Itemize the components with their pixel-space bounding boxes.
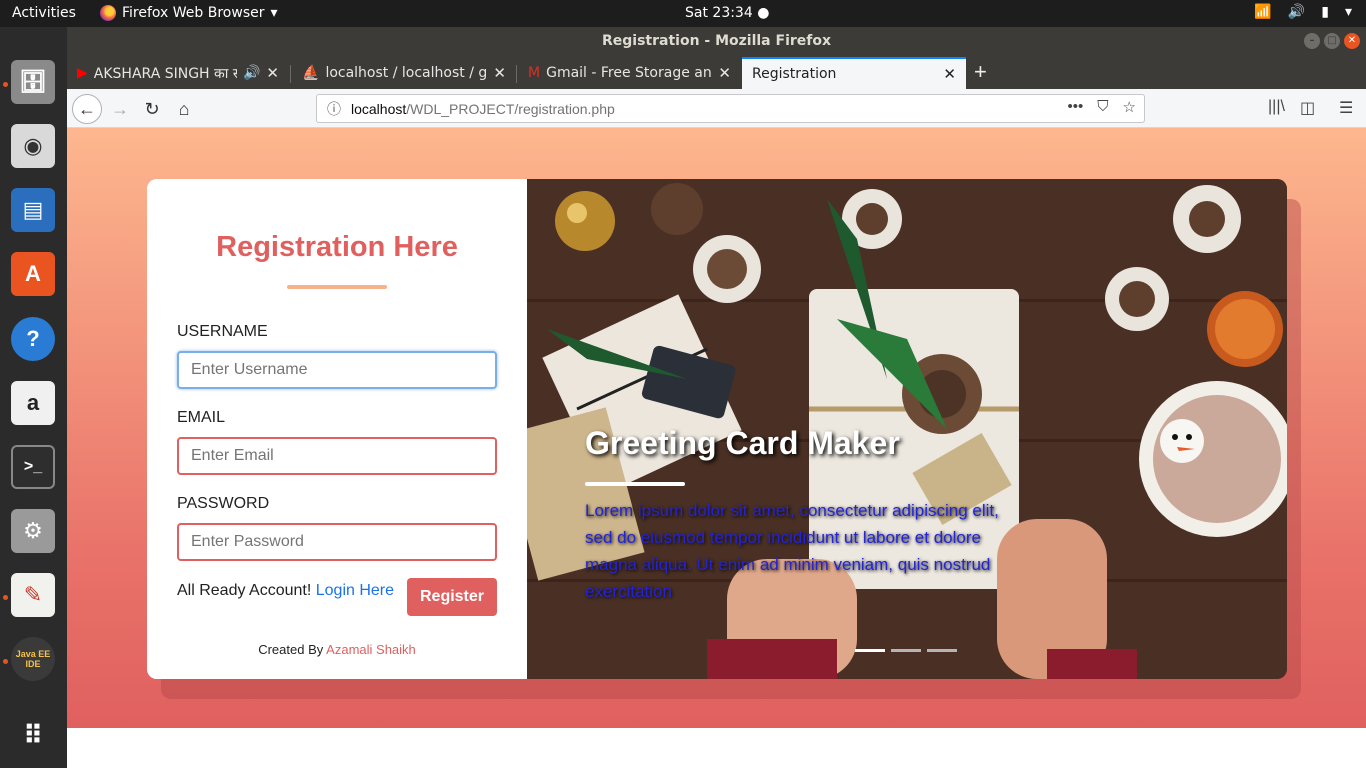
firefox-icon xyxy=(100,5,116,21)
tab-gmail[interactable]: M Gmail - Free Storage and ✕ xyxy=(518,57,741,89)
slide-indicator-2[interactable] xyxy=(891,649,921,652)
password-label: PASSWORD xyxy=(177,495,270,512)
navigation-toolbar: ← → ↻ ⌂ ⓘ localhost/WDL_PROJECT/registra… xyxy=(67,89,1366,128)
clock-label: Sat 23:34 xyxy=(685,5,753,21)
hamburger-menu-icon[interactable]: ☰ xyxy=(1339,98,1353,118)
close-tab-icon[interactable]: ✕ xyxy=(718,64,731,82)
gmail-icon: M xyxy=(528,65,541,81)
window-controls: – □ ✕ xyxy=(1304,33,1360,49)
chevron-down-icon: ▾ xyxy=(270,5,278,21)
tab-youtube[interactable]: ▶ AKSHARA SINGH का स 🔊 ✕ xyxy=(67,57,289,89)
close-tab-icon[interactable]: ✕ xyxy=(943,65,956,83)
login-link[interactable]: Login Here xyxy=(316,582,394,599)
library-icon[interactable]: |||\ xyxy=(1268,98,1285,116)
dock: 🗄 ◉ ▤ A ? a >_ ⚙ ✎ Java EE IDE ⠿ xyxy=(0,27,67,768)
help-icon[interactable]: ? xyxy=(11,317,55,361)
url-path: /WDL_PROJECT/registration.php xyxy=(406,100,615,117)
activities-button[interactable]: Activities xyxy=(12,5,76,21)
new-tab-icon[interactable]: + xyxy=(974,59,987,85)
writer-icon[interactable]: ▤ xyxy=(11,188,55,232)
hero-heading: Greeting Card Maker xyxy=(585,425,900,461)
page-background: Registration Here USERNAME Enter Usernam… xyxy=(67,128,1366,728)
hero-description: Lorem ipsum dolor sit amet, consectetur … xyxy=(585,501,999,601)
speaker-icon[interactable]: 🔊 xyxy=(243,65,260,81)
username-label: USERNAME xyxy=(177,323,268,340)
back-icon[interactable]: ← xyxy=(72,94,102,124)
close-tab-icon[interactable]: ✕ xyxy=(266,64,279,82)
notification-dot-icon: ● xyxy=(757,5,770,21)
eclipse-label: Java EE IDE xyxy=(15,649,51,669)
info-icon[interactable]: ⓘ xyxy=(327,99,341,119)
eclipse-javaee-icon[interactable]: Java EE IDE xyxy=(11,637,55,681)
url-bar[interactable]: ⓘ localhost/WDL_PROJECT/registration.php… xyxy=(316,94,1145,123)
slide-indicator-1[interactable] xyxy=(855,649,885,652)
software-center-icon[interactable]: A xyxy=(11,252,55,296)
tab-separator xyxy=(290,65,291,83)
clock[interactable]: Sat 23:34 ● xyxy=(685,5,769,21)
window-title: Registration - Mozilla Firefox xyxy=(601,33,832,49)
hero-heading-underline xyxy=(585,482,685,486)
home-icon[interactable]: ⌂ xyxy=(169,94,199,124)
tab-title: localhost / localhost / gl xyxy=(325,65,488,81)
system-status-area[interactable]: 📶 🔊 ▮ ▾ xyxy=(1254,4,1352,20)
files-icon[interactable]: 🗄 xyxy=(11,60,55,104)
close-tab-icon[interactable]: ✕ xyxy=(493,64,506,82)
forward-icon[interactable]: → xyxy=(105,94,135,124)
chevron-down-icon: ▾ xyxy=(1344,4,1352,20)
running-indicator xyxy=(3,595,8,600)
text-editor-icon[interactable]: ✎ xyxy=(11,573,55,617)
email-label: EMAIL xyxy=(177,409,226,426)
registration-form: Registration Here USERNAME Enter Usernam… xyxy=(147,179,527,679)
bookmark-star-icon[interactable]: ☆ xyxy=(1123,98,1136,116)
login-prompt: All Ready Account! Login Here xyxy=(177,582,394,600)
window-title-bar: Registration - Mozilla Firefox – □ ✕ xyxy=(67,27,1366,55)
amazon-icon[interactable]: a xyxy=(11,381,55,425)
settings-icon[interactable]: ⚙ xyxy=(11,509,55,553)
more-actions-icon[interactable]: ••• xyxy=(1068,98,1084,116)
app-menu[interactable]: Firefox Web Browser ▾ xyxy=(100,5,278,21)
email-input[interactable]: Enter Email xyxy=(177,437,497,475)
username-input[interactable]: Enter Username xyxy=(177,351,497,389)
tab-title: Registration xyxy=(752,66,837,82)
tab-separator xyxy=(516,65,517,83)
close-icon[interactable]: ✕ xyxy=(1344,33,1360,49)
pocket-icon[interactable]: ⛉ xyxy=(1097,98,1108,116)
tab-bar: ▶ AKSHARA SINGH का स 🔊 ✕ ⛵ localhost / l… xyxy=(67,55,1366,89)
battery-icon: ▮ xyxy=(1321,4,1329,20)
url-actions: ••• ⛉ ☆ xyxy=(1068,98,1136,116)
credit-author-link[interactable]: Azamali Shaikh xyxy=(326,642,416,657)
registration-card: Registration Here USERNAME Enter Usernam… xyxy=(147,179,1287,679)
heading-underline xyxy=(287,285,387,289)
running-indicator xyxy=(3,82,8,87)
volume-icon: 🔊 xyxy=(1287,4,1306,20)
page-bottom-area xyxy=(67,728,1366,768)
url-host: localhost xyxy=(351,100,407,117)
reload-icon[interactable]: ↻ xyxy=(137,94,167,124)
tab-title: AKSHARA SINGH का स xyxy=(93,65,237,82)
slider-indicators xyxy=(855,649,957,652)
credit-prefix: Created By xyxy=(258,642,324,657)
rhythmbox-icon[interactable]: ◉ xyxy=(11,124,55,168)
form-heading: Registration Here xyxy=(216,231,458,263)
tab-registration[interactable]: Registration ✕ xyxy=(742,57,966,89)
minimize-icon[interactable]: – xyxy=(1304,33,1320,49)
running-indicator xyxy=(3,659,8,664)
account-prompt-text: All Ready Account! xyxy=(177,582,312,599)
phpmyadmin-icon: ⛵ xyxy=(302,65,320,81)
system-top-bar: Activities Firefox Web Browser ▾ Sat 23:… xyxy=(0,0,1366,27)
slide-indicator-3[interactable] xyxy=(927,649,957,652)
youtube-icon: ▶ xyxy=(77,65,88,81)
terminal-icon[interactable]: >_ xyxy=(11,445,55,489)
sidebar-icon[interactable]: ◫ xyxy=(1300,98,1315,118)
footer-credit: Created By Azamali Shaikh xyxy=(147,642,527,657)
app-menu-label: Firefox Web Browser xyxy=(122,5,265,21)
maximize-icon[interactable]: □ xyxy=(1324,33,1340,49)
password-input[interactable]: Enter Password xyxy=(177,523,497,561)
tab-title: Gmail - Free Storage and xyxy=(546,65,713,81)
wifi-icon: 📶 xyxy=(1254,4,1272,20)
register-button[interactable]: Register xyxy=(407,578,497,616)
show-apps-icon[interactable]: ⠿ xyxy=(11,713,55,757)
hero-image-slider: Greeting Card Maker Lorem ipsum dolor si… xyxy=(527,179,1287,679)
tab-phpmyadmin[interactable]: ⛵ localhost / localhost / gl ✕ xyxy=(292,57,516,89)
